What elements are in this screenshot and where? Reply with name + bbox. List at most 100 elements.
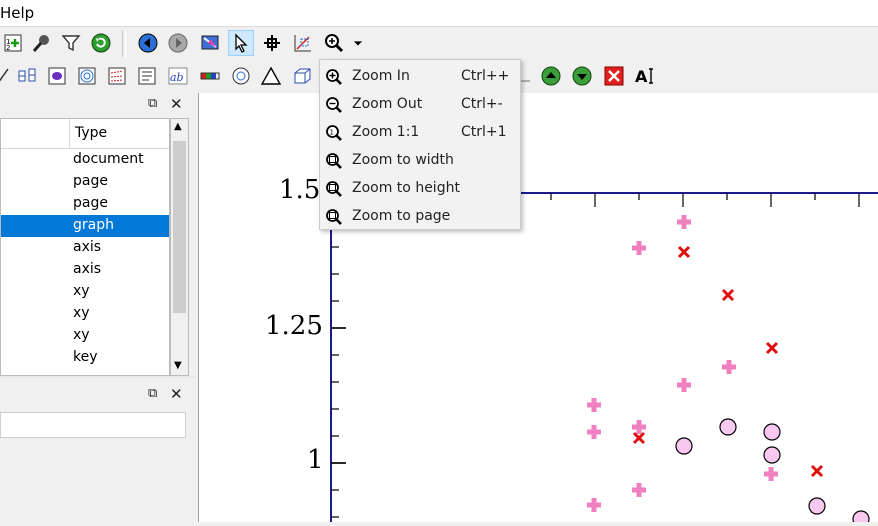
zoom-menu-item[interactable]: Zoom to height (320, 174, 520, 202)
zoom-menu-item-label: Zoom to width (352, 152, 454, 168)
fullscreen-icon[interactable] (197, 30, 223, 56)
y-tick-label: 1.5 (279, 175, 321, 205)
cross-marker (632, 431, 646, 445)
zoom-menu-item-label: Zoom to height (352, 180, 460, 196)
tree-row[interactable]: key (1, 347, 169, 369)
zoom-menu-item-shortcut: Ctrl+- (461, 96, 503, 112)
close-panel-icon[interactable]: ✕ (170, 385, 183, 403)
float-panel-icon[interactable]: ⧉ (148, 386, 157, 401)
graph-zoom-icon[interactable] (290, 30, 316, 56)
tree-header: Type (1, 119, 169, 149)
polar-icon[interactable] (228, 63, 254, 89)
add-page-icon[interactable]: 12 (0, 30, 26, 56)
scroll-thumb[interactable] (173, 141, 186, 313)
reload-icon[interactable] (88, 30, 114, 56)
tree-row[interactable]: page (1, 193, 169, 215)
plus-marker (677, 378, 691, 392)
circle-marker (719, 418, 737, 436)
tree-row[interactable]: axis (1, 237, 169, 259)
tree-row[interactable]: axis (1, 259, 169, 281)
circle-marker (675, 437, 693, 455)
zoom-menu-item-label: Zoom 1:1 (352, 124, 420, 140)
previous-page-icon[interactable] (135, 30, 161, 56)
chevron-down-icon[interactable] (349, 30, 367, 56)
zoom-menu-item[interactable]: 1 Zoom 1:1 Ctrl+1 (320, 118, 520, 146)
plus-marker (632, 420, 646, 434)
plus-marker (764, 467, 778, 481)
zoom-icon[interactable] (321, 30, 347, 56)
zoom-menu-item[interactable]: Zoom to width (320, 146, 520, 174)
close-panel-icon[interactable]: ✕ (170, 95, 183, 113)
main-toolbar: 12 (0, 27, 878, 62)
plus-marker (632, 241, 646, 255)
menu-bar: Help (0, 0, 878, 27)
tree-row[interactable]: xy (1, 303, 169, 325)
move-down-circle-icon[interactable] (569, 63, 595, 89)
cross-marker (810, 464, 824, 478)
panel-divider (0, 376, 196, 378)
name-column-header[interactable] (1, 119, 70, 148)
zoom-menu-item[interactable]: Zoom to page (320, 202, 520, 230)
colorbar-icon[interactable] (197, 63, 223, 89)
tree-row-type: key (73, 349, 98, 365)
pick-point-icon[interactable] (259, 30, 285, 56)
svg-text:2: 2 (6, 44, 10, 52)
delete-icon[interactable] (601, 63, 627, 89)
scroll-down-icon[interactable]: ▼ (174, 360, 182, 371)
tree-scrollbar[interactable]: ▲ ▼ (170, 118, 189, 376)
zoom-page-icon (326, 209, 342, 225)
type-column-header[interactable]: Type (75, 125, 107, 141)
axes (330, 192, 878, 522)
tree-row-type: xy (73, 283, 90, 299)
tree-row[interactable]: page (1, 171, 169, 193)
next-page-icon[interactable] (165, 30, 191, 56)
scroll-up-icon[interactable]: ▲ (174, 121, 182, 132)
menu-help[interactable]: Help (0, 4, 34, 22)
plus-marker (722, 360, 736, 374)
tree-row-type: xy (73, 327, 90, 343)
zoom-menu-item-label: Zoom In (352, 68, 410, 84)
zoom-width-icon (326, 153, 342, 169)
add-text-icon[interactable]: ab (165, 63, 191, 89)
zoom-height-icon (326, 181, 342, 197)
cross-marker (677, 245, 691, 259)
properties-field[interactable] (0, 412, 186, 438)
cross-marker (765, 341, 779, 355)
zoom-out-icon (326, 97, 342, 113)
circle-marker (808, 497, 826, 515)
document-tree: Type document page page graph axis axis xy xy xy… (0, 118, 170, 376)
text-label-icon[interactable] (134, 63, 160, 89)
plot-canvas[interactable]: 1.5 1.25 1 (198, 93, 878, 526)
zoom-1to1-icon: 1 (326, 125, 342, 141)
zoom-menu-item[interactable]: Zoom In Ctrl++ (320, 62, 520, 90)
tree-row-type: axis (73, 261, 102, 277)
float-panel-icon[interactable]: ⧉ (148, 96, 157, 111)
boxplot-icon[interactable] (14, 63, 40, 89)
tree-row[interactable]: xy (1, 281, 169, 303)
plus-marker (587, 498, 601, 512)
select-pointer-icon[interactable] (228, 30, 254, 56)
toolbar-separator (122, 31, 126, 57)
svg-text:A: A (635, 67, 648, 86)
data-markers (587, 215, 870, 526)
tree-row-type: page (73, 195, 108, 211)
tree-row[interactable]: xy (1, 325, 169, 347)
3d-graph-icon[interactable] (289, 63, 315, 89)
y-tick-label: 1 (307, 445, 324, 475)
rename-icon[interactable]: A (632, 63, 658, 89)
vector-field-icon[interactable] (104, 63, 130, 89)
tree-row[interactable]: graph (1, 215, 169, 237)
contour-icon[interactable] (74, 63, 100, 89)
plot-graph (330, 192, 878, 526)
ternary-icon[interactable] (258, 63, 284, 89)
image-icon[interactable] (44, 63, 70, 89)
move-up-icon[interactable] (538, 63, 564, 89)
capture-icon[interactable] (28, 30, 54, 56)
zoom-in-icon (326, 69, 342, 85)
zoom-menu-item[interactable]: Zoom Out Ctrl+- (320, 90, 520, 118)
tree-row-type: page (73, 173, 108, 189)
zoom-menu-item-label: Zoom to page (352, 208, 451, 224)
filter-icon[interactable] (58, 30, 84, 56)
tree-row[interactable]: document (1, 149, 169, 171)
zoom-menu-item-label: Zoom Out (352, 96, 423, 112)
